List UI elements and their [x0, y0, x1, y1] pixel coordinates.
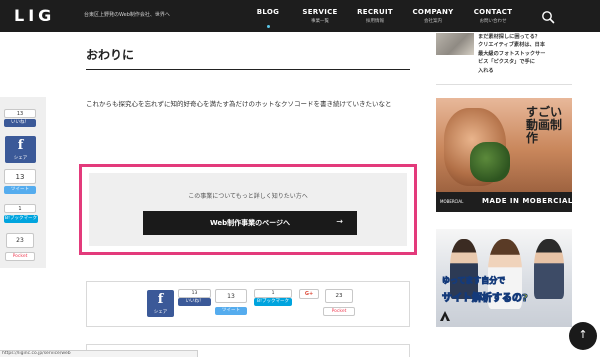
ad-photo-person-right [534, 239, 564, 299]
sidebar-article-title[interactable]: まだ素材探しに困ってる？ クリエイティブ素材は、日本 最大級のフォトストックサー… [478, 33, 574, 75]
floating-share-panel: 13 いいね！ f シェア 13 ツイート 1 B!ブックマーク 23 Pock… [0, 97, 46, 268]
tweet-button[interactable]: ツイート [215, 307, 247, 315]
like-count: 13 [178, 289, 211, 298]
nav-item-blog[interactable]: BLOG [256, 8, 280, 28]
tweet-count: 13 [215, 289, 247, 303]
title-underline [86, 69, 410, 70]
pocket-button[interactable]: Pocket [323, 307, 355, 316]
ad-footer-bar: MOBERCIAL MADE IN MOBERCIAL [436, 192, 572, 212]
nav-sublabel: 事業一覧 [311, 19, 329, 24]
nav-item-company[interactable]: COMPANY 会社案内 [411, 8, 455, 24]
sidebar-divider [436, 84, 572, 85]
search-icon [542, 11, 555, 24]
sidebar-article-line: クリエイティブ素材は、日本 [478, 42, 546, 49]
cta-lead-text: この事業についてもっと詳しく知りたい方へ [188, 193, 308, 200]
share-bar: f シェア 13 いいね！ 13 ツイート 1 B!ブックマーク G+ 23 P… [86, 281, 410, 327]
nav-label: RECRUIT [357, 8, 393, 16]
nav-active-indicator [266, 25, 270, 28]
ad-headline-2: サイト解析するの? [442, 293, 529, 305]
ad-headline-1: ゆってます自分で [442, 276, 506, 286]
facebook-share-button[interactable]: f シェア [147, 290, 174, 317]
ad-copy: すごい動画制作 [526, 105, 563, 145]
cta-inner: この事業についてもっと詳しく知りたい方へ Web制作事業のページへ → [89, 173, 407, 246]
arrow-right-icon: → [336, 217, 343, 226]
hatena-bookmark-button[interactable]: B!ブックマーク [254, 298, 292, 306]
hatena-count: 1 [254, 289, 292, 298]
facebook-share-label: シェア [153, 310, 168, 315]
nav-sublabel: お問い合わせ [479, 19, 507, 24]
sidebar-article-line: 入れる [478, 67, 494, 74]
nav-sublabel: 会社案内 [424, 19, 442, 24]
hatena-count: 1 [4, 204, 36, 213]
sidebar-article-line: 最大級のフォトストックサー [478, 50, 546, 57]
web-service-page-button[interactable]: Web制作事業のページへ → [143, 211, 357, 235]
site-header: LIG 台東区上野発のWeb制作会社、世界へ BLOG SERVICE 事業一覧… [0, 0, 600, 32]
section-title: おわりに [86, 48, 135, 62]
nav-label: BLOG [256, 8, 280, 16]
facebook-icon: f [157, 292, 164, 307]
search-button[interactable] [541, 9, 555, 24]
facebook-share-button[interactable]: f シェア [5, 136, 36, 163]
nav-sublabel: 採用情報 [366, 19, 384, 24]
site-tagline: 台東区上野発のWeb制作会社、世界へ [84, 12, 170, 18]
ad-logo-icon [440, 311, 450, 321]
sidebar-article-thumbnail[interactable] [436, 33, 474, 55]
pocket-count: 23 [325, 289, 353, 303]
ad-made-in-label: MADE IN MOBERCIAL [482, 197, 572, 205]
site-logo[interactable]: LIG [14, 6, 55, 25]
nav-label: COMPANY [412, 8, 454, 16]
nav-item-contact[interactable]: CONTACT お問い合わせ [473, 8, 513, 24]
pocket-count: 23 [6, 233, 34, 248]
hatena-bookmark-button[interactable]: B!ブックマーク [4, 215, 38, 223]
sidebar-ad-video-production[interactable]: すごい動画制作 MOBERCIAL MADE IN MOBERCIAL [436, 98, 572, 212]
tweet-count: 13 [4, 169, 36, 184]
facebook-icon: f [17, 138, 24, 153]
ad-brand-small: MOBERCIAL [440, 199, 464, 204]
arrow-up-icon: ↑ [578, 328, 588, 341]
like-button[interactable]: いいね！ [4, 119, 36, 127]
cta-button-label: Web制作事業のページへ [209, 219, 291, 227]
like-button[interactable]: いいね！ [178, 298, 211, 306]
status-bar-url: https://liginc.co.jp/service/web [0, 350, 198, 357]
article-paragraph: これからも探究心を忘れずに知的好奇心を満たす為だけのホットなクソコードを書き続け… [86, 100, 392, 108]
pocket-button[interactable]: Pocket [5, 252, 35, 261]
facebook-share-label: シェア [13, 156, 28, 161]
cta-box: この事業についてもっと詳しく知りたい方へ Web制作事業のページへ → [79, 164, 417, 255]
sidebar-article-line: まだ素材探しに困ってる？ [478, 34, 540, 40]
sidebar-article-line: ビス「ピクスタ」で手に [478, 59, 535, 66]
nav-label: SERVICE [302, 8, 338, 16]
nav-item-recruit[interactable]: RECRUIT 採用情報 [356, 8, 394, 24]
sidebar-ad-site-analysis[interactable]: ゆってます自分で サイト解析するの? [436, 229, 572, 327]
nav-item-service[interactable]: SERVICE 事業一覧 [301, 8, 339, 24]
nav-label: CONTACT [473, 8, 513, 16]
back-to-top-button[interactable]: ↑ [569, 322, 597, 350]
tweet-button[interactable]: ツイート [4, 186, 36, 194]
google-plus-button[interactable]: G+ [299, 289, 319, 299]
ad-photo-food [470, 142, 510, 182]
like-count: 13 [4, 109, 36, 118]
